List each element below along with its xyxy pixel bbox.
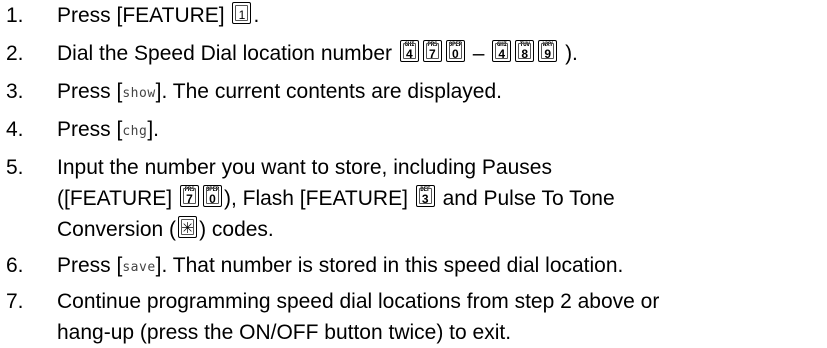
step-number: 4. xyxy=(6,118,24,141)
softkey-show-label: show xyxy=(122,86,156,101)
step-text: Press [ xyxy=(57,254,123,277)
softkey-chg-label: chg xyxy=(122,124,148,139)
key-ghi-4-icon: GHI 4 xyxy=(492,40,512,62)
key-prs-7-icon: PRS 7 xyxy=(422,40,442,62)
softkey-save-label: save xyxy=(122,260,156,275)
step-text: Dial the Speed Dial location number xyxy=(57,42,398,65)
key-oper-0-icon: OPER 0 xyxy=(445,40,465,62)
key-star-icon: ✳ xyxy=(178,216,198,238)
step-text: Input the number you want to store, incl… xyxy=(57,156,552,179)
step-text: Press [ xyxy=(57,80,123,103)
dash: – xyxy=(466,42,491,65)
key-prs-7-icon: PRS 7 xyxy=(179,185,199,207)
key-ghi-4-icon: GHI 4 xyxy=(399,40,419,62)
step-number: 3. xyxy=(6,80,24,103)
key-def-3-icon: DEF 3 xyxy=(415,185,435,207)
step-text: Press [FEATURE] xyxy=(57,4,231,27)
step-text: Press [ xyxy=(57,118,123,141)
key-1-icon: 1 xyxy=(232,2,252,24)
key-wxy-9-icon: WXY 9 xyxy=(538,40,558,62)
step-number: 6. xyxy=(6,254,24,277)
step-number: 5. xyxy=(6,156,24,179)
step-text: Continue programming speed dial location… xyxy=(57,290,660,313)
step-number: 7. xyxy=(6,290,24,313)
key-oper-0-icon: OPER 0 xyxy=(202,185,222,207)
step-number: 1. xyxy=(6,4,24,27)
key-tuv-8-icon: TUV 8 xyxy=(515,40,535,62)
step-number: 2. xyxy=(6,42,24,65)
